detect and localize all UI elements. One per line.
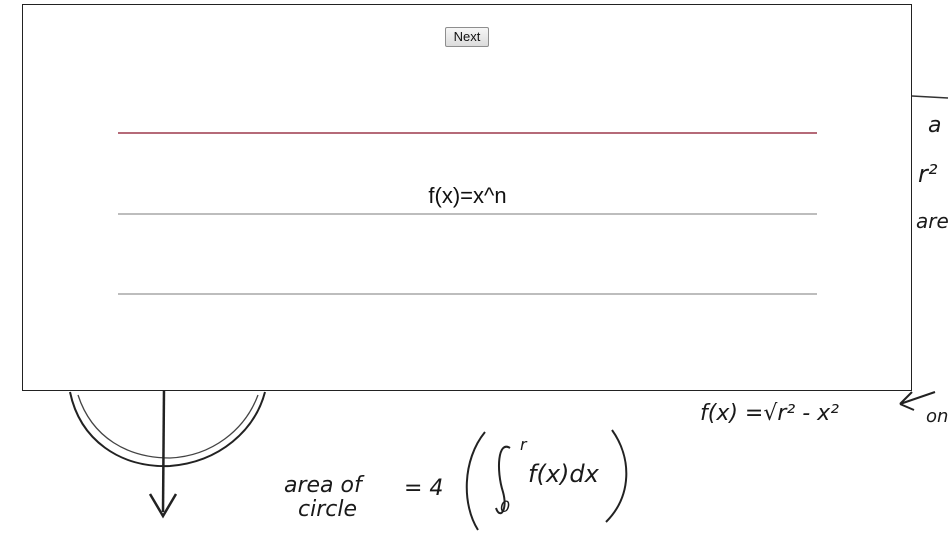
integral-lower: 0 — [500, 497, 510, 516]
lesson-dialog: Next f(x)=x^n — [22, 4, 912, 391]
integral-expr: f(x)dx — [528, 460, 600, 488]
area-label-line1: area of — [284, 473, 365, 498]
paren-left — [465, 431, 486, 531]
divider — [118, 213, 817, 215]
integral-upper: r — [520, 435, 528, 454]
margin-line — [911, 95, 949, 99]
margin-a: a — [928, 113, 941, 138]
divider — [118, 293, 817, 295]
margin-are: are — [916, 209, 949, 233]
area-equals: = 4 — [404, 476, 443, 501]
formula-text: f(x)=x^n — [428, 183, 507, 208]
margin-on: on — [926, 406, 948, 427]
paren-right — [605, 429, 628, 523]
margin-r2: r² — [918, 160, 938, 188]
area-label-line2: circle — [298, 497, 357, 522]
vertical-axis — [161, 387, 166, 513]
accent-divider — [118, 132, 817, 134]
function-note: f(x) =√r² - x² — [700, 401, 839, 426]
next-button[interactable]: Next — [445, 27, 489, 47]
